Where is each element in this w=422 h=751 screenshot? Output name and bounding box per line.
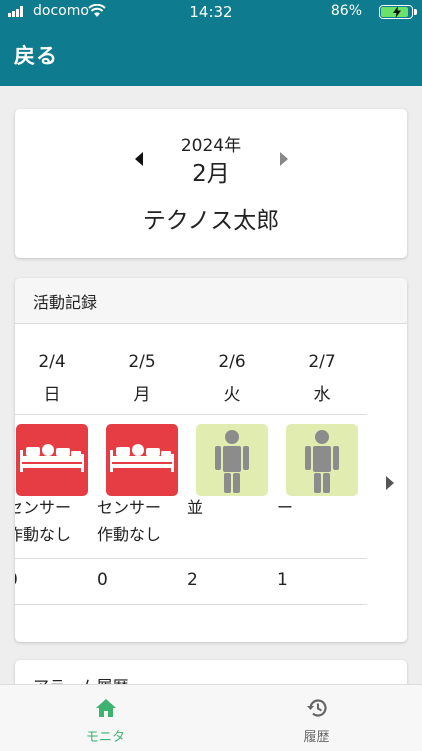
tab-bar: モニタ 履歴 xyxy=(0,684,422,751)
tab-monitor-label: モニタ xyxy=(85,730,125,745)
activity-title: 活動記録 xyxy=(33,293,98,312)
day-status: センサー 作動なし xyxy=(15,498,72,544)
tab-monitor[interactable]: モニタ xyxy=(0,691,211,745)
person-icon xyxy=(305,430,339,493)
back-button[interactable]: 戻る xyxy=(14,40,58,70)
divider xyxy=(15,604,367,605)
battery-icon xyxy=(379,5,417,19)
day-count: 0 xyxy=(15,570,97,590)
history-icon xyxy=(307,699,327,717)
status-bar: docomo 14:32 86% xyxy=(0,0,422,24)
home-icon xyxy=(96,699,116,717)
battery-percent: 86% xyxy=(330,3,362,19)
month-selector-card: 2024年 2月 テクノス太郎 xyxy=(15,109,407,258)
day-date: 2/5 xyxy=(128,352,156,372)
next-month-button[interactable] xyxy=(278,151,290,167)
day-weekday: 日 xyxy=(43,385,61,405)
day-status: 並 xyxy=(187,498,204,517)
activity-header: 活動記録 xyxy=(15,278,407,324)
tab-history[interactable]: 履歴 xyxy=(211,691,422,745)
divider xyxy=(15,558,367,559)
day-status: センサー 作動なし xyxy=(97,498,162,544)
day-status: ー xyxy=(277,498,294,517)
day-weekday: 月 xyxy=(133,385,151,405)
person-name: テクノス太郎 xyxy=(142,208,280,234)
day-date: 2/6 xyxy=(218,352,246,372)
day-date: 2/4 xyxy=(38,352,66,372)
divider xyxy=(15,414,367,415)
day-weekday: 火 xyxy=(223,385,241,405)
day-date: 2/7 xyxy=(308,352,336,372)
month-label: 2月 xyxy=(192,161,230,187)
day-count: 2 xyxy=(187,570,198,590)
sleep-status-tile[interactable] xyxy=(106,424,178,496)
bed-icon xyxy=(110,444,174,472)
day-count: 0 xyxy=(97,570,108,590)
day-weekday: 水 xyxy=(313,385,331,405)
activity-card: 活動記録 2/4 日 センサー 作動なし 0 2/5 月 xyxy=(15,278,407,642)
next-days-button[interactable] xyxy=(385,476,395,490)
day-count: 1 xyxy=(277,570,288,590)
activity-status-tile[interactable] xyxy=(196,424,268,496)
year-label: 2024年 xyxy=(180,136,242,156)
activity-status-tile[interactable] xyxy=(286,424,358,496)
app-header: docomo 14:32 86% 戻る xyxy=(0,0,422,86)
person-icon xyxy=(215,430,249,493)
sleep-status-tile[interactable] xyxy=(16,424,88,496)
bed-icon xyxy=(20,444,84,472)
previous-month-button[interactable] xyxy=(133,151,145,167)
tab-history-label: 履歴 xyxy=(303,730,330,745)
